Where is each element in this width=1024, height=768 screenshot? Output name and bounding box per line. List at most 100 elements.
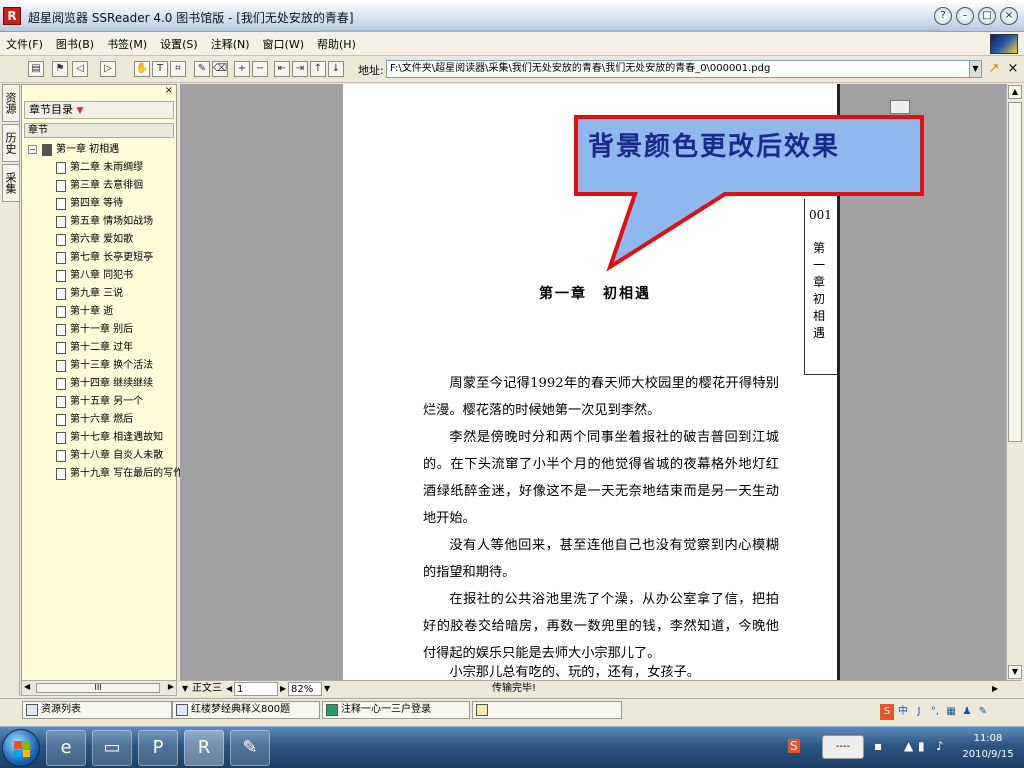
system-clock[interactable]: 11:08 2010/9/15 xyxy=(958,731,1018,763)
tray-device-icon[interactable]: ▪ xyxy=(874,739,882,753)
view-mode[interactable]: 正文三 xyxy=(192,682,222,696)
toolbar-close-icon[interactable]: × xyxy=(1006,60,1020,78)
tree-item[interactable]: 第十一章 别后 xyxy=(22,321,176,339)
close-button[interactable]: × xyxy=(1000,7,1018,25)
show-hidden-icons[interactable]: ▲ xyxy=(904,739,913,753)
menu-file[interactable]: 文件(F) xyxy=(6,36,43,52)
zoom-in-icon[interactable]: + xyxy=(234,61,250,77)
eraser-icon[interactable]: ⌫ xyxy=(212,61,228,77)
last-page-icon[interactable]: ⇥ xyxy=(292,61,308,77)
volume-icon[interactable]: ♪ xyxy=(936,739,944,753)
maximize-button[interactable]: □ xyxy=(978,7,996,25)
ime-mode[interactable]: 中 xyxy=(896,704,910,720)
task-item[interactable]: 红楼梦经典释义800题 xyxy=(172,701,320,719)
region-select-icon[interactable]: ⌗ xyxy=(170,61,186,77)
ime-keyboard-icon[interactable]: ▦ xyxy=(944,704,958,720)
catalog-toggle-icon[interactable]: ▤ xyxy=(28,61,44,77)
back-icon[interactable]: ◁ xyxy=(72,61,88,77)
paint-icon[interactable]: ✎ xyxy=(230,730,270,766)
tree-item[interactable]: 第三章 去意徘徊 xyxy=(22,177,176,195)
tree-root-item[interactable]: − 第一章 初相遇 xyxy=(22,141,176,159)
hscroll-right-icon[interactable]: ▶ xyxy=(992,682,998,696)
tree-item[interactable]: 第四章 等待 xyxy=(22,195,176,213)
mode-dropdown-icon[interactable]: ▼ xyxy=(182,682,188,696)
address-dropdown-icon[interactable]: ▼ xyxy=(969,61,981,77)
tab-resources[interactable]: 资源 xyxy=(2,84,19,122)
tree-item[interactable]: 第六章 爱如歌 xyxy=(22,231,176,249)
menu-settings[interactable]: 设置(S) xyxy=(160,36,198,52)
scroll-right-icon[interactable]: ▶ xyxy=(168,682,174,691)
first-page-icon[interactable]: ⇤ xyxy=(274,61,290,77)
next-page-icon[interactable]: ▶ xyxy=(280,682,286,696)
network-icon[interactable]: ▮ xyxy=(918,739,925,753)
hand-tool-icon[interactable]: ✋ xyxy=(134,61,150,77)
catalog-hscrollbar[interactable]: ◀ III ▶ xyxy=(21,680,177,696)
link-icon xyxy=(176,704,188,716)
tree-item[interactable]: 第九章 三说 xyxy=(22,285,176,303)
tray-input-box[interactable]: ---- xyxy=(822,735,864,759)
tree-item[interactable]: 第十六章 燃后 xyxy=(22,411,176,429)
prev-page-icon[interactable]: ◀ xyxy=(226,682,232,696)
tab-collect[interactable]: 采集 xyxy=(2,164,19,202)
ie-icon[interactable]: e xyxy=(46,730,86,766)
explorer-icon[interactable]: ▭ xyxy=(92,730,132,766)
page-up-icon[interactable]: ↑ xyxy=(310,61,326,77)
panel-close-icon[interactable]: × xyxy=(165,85,173,96)
ssreader-icon[interactable]: R xyxy=(184,730,224,766)
text-select-icon[interactable]: T xyxy=(152,61,168,77)
ime-skin-icon[interactable]: ♟ xyxy=(960,704,974,720)
page-input[interactable]: 1 xyxy=(234,682,278,696)
tree-item[interactable]: 第十四章 继续继续 xyxy=(22,375,176,393)
scroll-up-icon[interactable]: ▲ xyxy=(1008,85,1022,99)
collapse-icon[interactable]: − xyxy=(28,145,37,154)
minimize-button[interactable]: – xyxy=(956,7,974,25)
zoom-out-icon[interactable]: − xyxy=(252,61,268,77)
tree-item[interactable]: 第五章 情场如战场 xyxy=(22,213,176,231)
help-button[interactable]: ? xyxy=(934,7,952,25)
zoom-dropdown-icon[interactable]: ▼ xyxy=(324,682,330,696)
highlighter-icon[interactable]: ✎ xyxy=(194,61,210,77)
tree-item[interactable]: 第十二章 过年 xyxy=(22,339,176,357)
tree-item[interactable]: 第十八章 自炎人未散 xyxy=(22,447,176,465)
app-logo-icon[interactable]: R xyxy=(3,7,21,25)
scroll-left-icon[interactable]: ◀ xyxy=(24,682,30,691)
tree-item[interactable]: 第十九章 写在最后的写作 xyxy=(22,465,183,483)
menu-bookmark[interactable]: 书签(M) xyxy=(107,36,147,52)
task-item[interactable] xyxy=(472,701,622,719)
start-button[interactable] xyxy=(2,729,40,767)
sogou-tray-icon[interactable]: S xyxy=(788,739,800,753)
scroll-thumb[interactable]: III xyxy=(36,683,160,693)
tree-item[interactable]: 第十三章 换个活法 xyxy=(22,357,176,375)
forward-icon[interactable]: ▷ xyxy=(100,61,116,77)
ime-punct-icon[interactable]: °, xyxy=(928,704,942,720)
vscroll-thumb[interactable] xyxy=(1008,102,1022,442)
tree-item[interactable]: 第十五章 另一个 xyxy=(22,393,176,411)
folder-icon xyxy=(476,704,488,716)
ime-moon-icon[interactable]: J xyxy=(912,704,926,720)
menu-window[interactable]: 窗口(W) xyxy=(263,36,304,52)
resource-list-tab[interactable]: 资源列表 xyxy=(22,701,172,719)
tree-item[interactable]: 第二章 未雨绸缪 xyxy=(22,159,176,177)
page-vscrollbar[interactable]: ▲ ▼ xyxy=(1006,84,1022,680)
go-arrow-icon[interactable]: ↗ xyxy=(986,60,1002,78)
task-item[interactable]: 注释一心一三户登录 xyxy=(322,701,470,719)
menu-help[interactable]: 帮助(H) xyxy=(317,36,356,52)
sogou-icon[interactable]: S xyxy=(880,704,894,720)
tree-item[interactable]: 第七章 长亭更短亭 xyxy=(22,249,176,267)
page-down-icon[interactable]: ↓ xyxy=(328,61,344,77)
zoom-field[interactable]: 82% xyxy=(288,682,322,696)
menu-book[interactable]: 图书(B) xyxy=(56,36,94,52)
bookmark-icon[interactable]: ⚑ xyxy=(52,61,68,77)
tree-item[interactable]: 第八章 同犯书 xyxy=(22,267,176,285)
tab-history[interactable]: 历史 xyxy=(2,124,19,162)
catalog-header[interactable]: 章节目录 ▼ xyxy=(24,101,174,119)
address-field[interactable]: F:\文件夹\超星阅读器\采集\我们无处安放的青春\我们无处安放的青春_0\00… xyxy=(386,60,982,78)
page-corner-marker xyxy=(890,100,910,114)
menu-notes[interactable]: 注释(N) xyxy=(211,36,250,52)
ime-tools-icon[interactable]: ✎ xyxy=(976,704,990,720)
tree-item[interactable]: 第十章 逝 xyxy=(22,303,176,321)
tree-item[interactable]: 第十七章 相逢遇故知 xyxy=(22,429,176,447)
scroll-down-icon[interactable]: ▼ xyxy=(1008,665,1022,679)
page-icon xyxy=(56,162,66,174)
powerpoint-icon[interactable]: P xyxy=(138,730,178,766)
